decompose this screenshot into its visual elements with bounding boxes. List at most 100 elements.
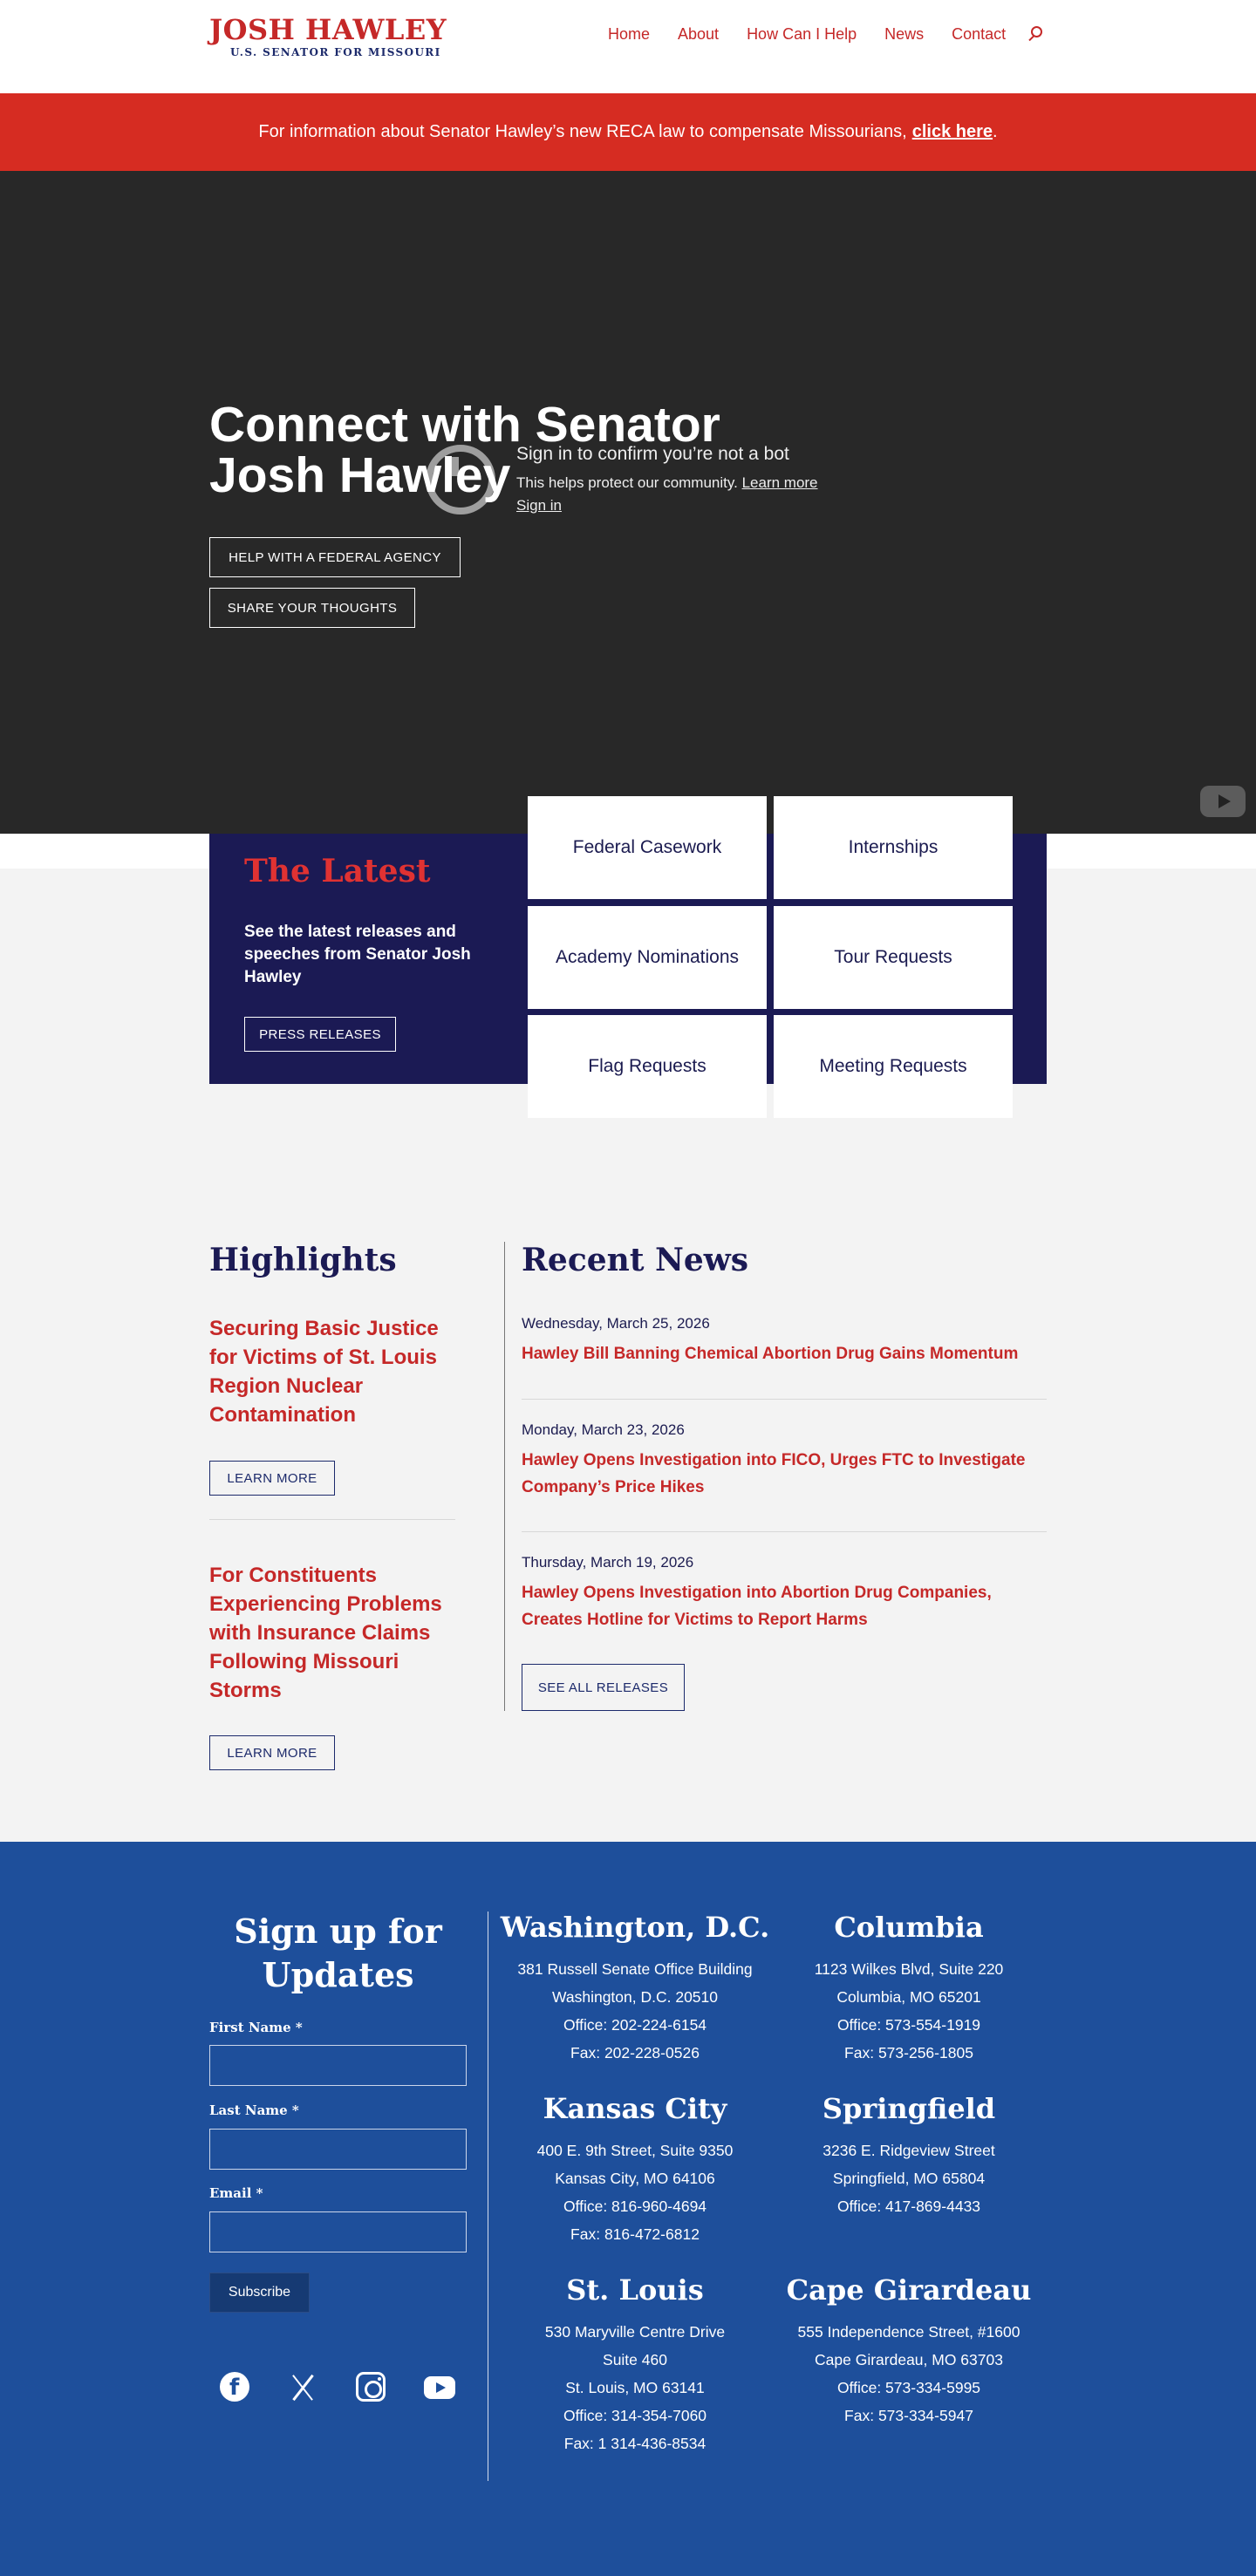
nav-about[interactable]: About	[678, 25, 719, 44]
office-phone: Office: 417-869-4433	[836, 2198, 981, 2215]
office-name: Cape Girardeau	[786, 2273, 1032, 2307]
instagram-icon[interactable]	[356, 2372, 387, 2403]
highlight-title-insurance[interactable]: For Constituents Experiencing Problems w…	[209, 1561, 462, 1705]
video-overlay-message: This helps protect our community.	[516, 474, 738, 491]
office-kansas-city: Kansas City 400 E. 9th Street, Suite 935…	[495, 2091, 775, 2248]
office-cape-girardeau: Cape Girardeau 555 Independence Street, …	[769, 2273, 1048, 2429]
main-nav: Home About How Can I Help News Contact	[608, 24, 1046, 44]
logo-name: JOSH HAWLEY	[209, 13, 447, 46]
office-city: Columbia, MO 65201	[836, 1988, 981, 2006]
office-fax: Fax: 573-334-5947	[844, 2407, 973, 2424]
email-label: Email *	[209, 2185, 263, 2201]
hero-video-section: Connect with Senator Josh Hawley Sign in…	[0, 171, 1256, 834]
office-fax: Fax: 573-256-1805	[844, 2044, 973, 2061]
office-name: Columbia	[834, 1911, 984, 1944]
facebook-icon[interactable]	[220, 2372, 251, 2403]
tile-federal-casework[interactable]: Federal Casework	[528, 796, 767, 899]
office-address: 555 Independence Street, #1600	[797, 2323, 1020, 2341]
nav-contact[interactable]: Contact	[952, 25, 1006, 44]
x-twitter-icon[interactable]	[288, 2372, 319, 2403]
first-name-label: First Name *	[209, 2020, 303, 2035]
office-columbia: Columbia 1123 Wilkes Blvd, Suite 220 Col…	[769, 1910, 1048, 2067]
office-city: Kansas City, MO 64106	[555, 2170, 715, 2187]
site-footer: Sign up for Updates First Name * Last Na…	[0, 1842, 1256, 2576]
subscribe-button[interactable]: Subscribe	[209, 2273, 310, 2313]
latest-title: The Latest	[244, 853, 431, 889]
office-address: 381 Russell Senate Office Building	[517, 1960, 753, 1978]
highlights-divider	[209, 1519, 455, 1520]
office-name: Springfield	[822, 2092, 996, 2125]
office-washington: Washington, D.C. 381 Russell Senate Offi…	[495, 1910, 775, 2067]
site-header: JOSH HAWLEY U.S. SENATOR FOR MISSOURI Ho…	[0, 0, 1256, 93]
office-phone: Office: 573-554-1919	[836, 2016, 981, 2034]
office-st-louis: St. Louis 530 Maryville Centre Drive Sui…	[495, 2273, 775, 2457]
email-input[interactable]	[209, 2211, 467, 2252]
office-name: Kansas City	[543, 2092, 727, 2125]
office-city: Springfield, MO 65804	[832, 2170, 986, 2187]
share-thoughts-button[interactable]: SHARE YOUR THOUGHTS	[209, 588, 415, 628]
office-address: 530 Maryville Centre Drive	[544, 2323, 726, 2341]
office-address: 1123 Wilkes Blvd, Suite 220	[814, 1960, 1004, 1978]
site-logo[interactable]: JOSH HAWLEY U.S. SENATOR FOR MISSOURI	[209, 14, 447, 58]
office-fax: Fax: 202-228-0526	[570, 2044, 700, 2061]
office-phone: Office: 314-354-7060	[563, 2407, 707, 2424]
banner-text: For information about Senator Hawley’s n…	[258, 122, 907, 141]
loading-spinner-icon	[426, 445, 495, 515]
news-date: Wednesday, March 25, 2026	[522, 1315, 710, 1332]
banner-link[interactable]: click here	[912, 122, 993, 142]
help-federal-agency-button[interactable]: HELP WITH A FEDERAL AGENCY	[209, 537, 461, 577]
office-address: 400 E. 9th Street, Suite 9350	[536, 2142, 734, 2159]
office-suite: Suite 460	[603, 2351, 667, 2368]
nav-news[interactable]: News	[884, 25, 924, 44]
youtube-icon[interactable]	[424, 2376, 455, 2399]
video-overlay-text: This helps protect our community. Learn …	[516, 474, 818, 492]
video-overlay-title: Sign in to confirm you’re not a bot	[516, 444, 789, 464]
recent-news-title: Recent News	[522, 1242, 749, 1278]
nav-how-can-i-help[interactable]: How Can I Help	[747, 25, 857, 44]
news-date: Monday, March 23, 2026	[522, 1421, 685, 1438]
office-city: Cape Girardeau, MO 63703	[815, 2351, 1003, 2368]
learn-more-button[interactable]: LEARN MORE	[209, 1461, 335, 1496]
signup-title: Sign up for Updates	[234, 1912, 442, 1994]
first-name-input[interactable]	[209, 2045, 467, 2086]
section-divider	[504, 1242, 505, 1711]
tile-flag-requests[interactable]: Flag Requests	[528, 1015, 767, 1118]
office-phone: Office: 816-960-4694	[563, 2198, 707, 2215]
office-phone: Office: 202-224-6154	[563, 2016, 707, 2034]
office-city: Washington, D.C. 20510	[551, 1988, 718, 2006]
see-all-releases-button[interactable]: SEE ALL RELEASES	[522, 1664, 685, 1711]
news-headline[interactable]: Hawley Bill Banning Chemical Abortion Dr…	[522, 1340, 1047, 1367]
news-date: Thursday, March 19, 2026	[522, 1554, 694, 1571]
tile-tour-requests[interactable]: Tour Requests	[774, 906, 1013, 1009]
logo-subtitle: U.S. SENATOR FOR MISSOURI	[230, 46, 441, 58]
nav-home[interactable]: Home	[608, 25, 650, 44]
news-headline[interactable]: Hawley Opens Investigation into Abortion…	[522, 1579, 1047, 1633]
office-springfield: Springfield 3236 E. Ridgeview Street Spr…	[769, 2091, 1048, 2220]
announcement-banner: For information about Senator Hawley’s n…	[0, 93, 1256, 171]
banner-end: .	[993, 122, 998, 141]
news-divider	[522, 1399, 1047, 1400]
search-icon[interactable]	[1027, 24, 1046, 44]
learn-more-button[interactable]: LEARN MORE	[209, 1735, 335, 1770]
last-name-input[interactable]	[209, 2129, 467, 2170]
office-name: St. Louis	[566, 2273, 704, 2307]
office-phone: Office: 573-334-5995	[836, 2379, 981, 2396]
tile-meeting-requests[interactable]: Meeting Requests	[774, 1015, 1013, 1118]
office-fax: Fax: 816-472-6812	[570, 2225, 700, 2243]
office-name: Washington, D.C.	[500, 1911, 770, 1944]
office-address: 3236 E. Ridgeview Street	[823, 2142, 995, 2159]
office-city: St. Louis, MO 63141	[565, 2379, 705, 2396]
office-fax: Fax: 1 314-436-8534	[563, 2435, 706, 2452]
tile-internships[interactable]: Internships	[774, 796, 1013, 899]
news-headline[interactable]: Hawley Opens Investigation into FICO, Ur…	[522, 1447, 1047, 1501]
latest-description: See the latest releases and speeches fro…	[244, 923, 471, 986]
news-divider	[522, 1531, 1047, 1532]
press-releases-button[interactable]: PRESS RELEASES	[244, 1017, 396, 1052]
learn-more-link[interactable]: Learn more	[742, 474, 818, 491]
tile-academy-nominations[interactable]: Academy Nominations	[528, 906, 767, 1009]
highlights-title: Highlights	[209, 1242, 397, 1278]
sign-in-link[interactable]: Sign in	[516, 497, 562, 515]
highlight-title-nuclear[interactable]: Securing Basic Justice for Victims of St…	[209, 1314, 462, 1429]
last-name-label: Last Name *	[209, 2102, 299, 2118]
youtube-play-icon[interactable]	[1200, 786, 1246, 817]
